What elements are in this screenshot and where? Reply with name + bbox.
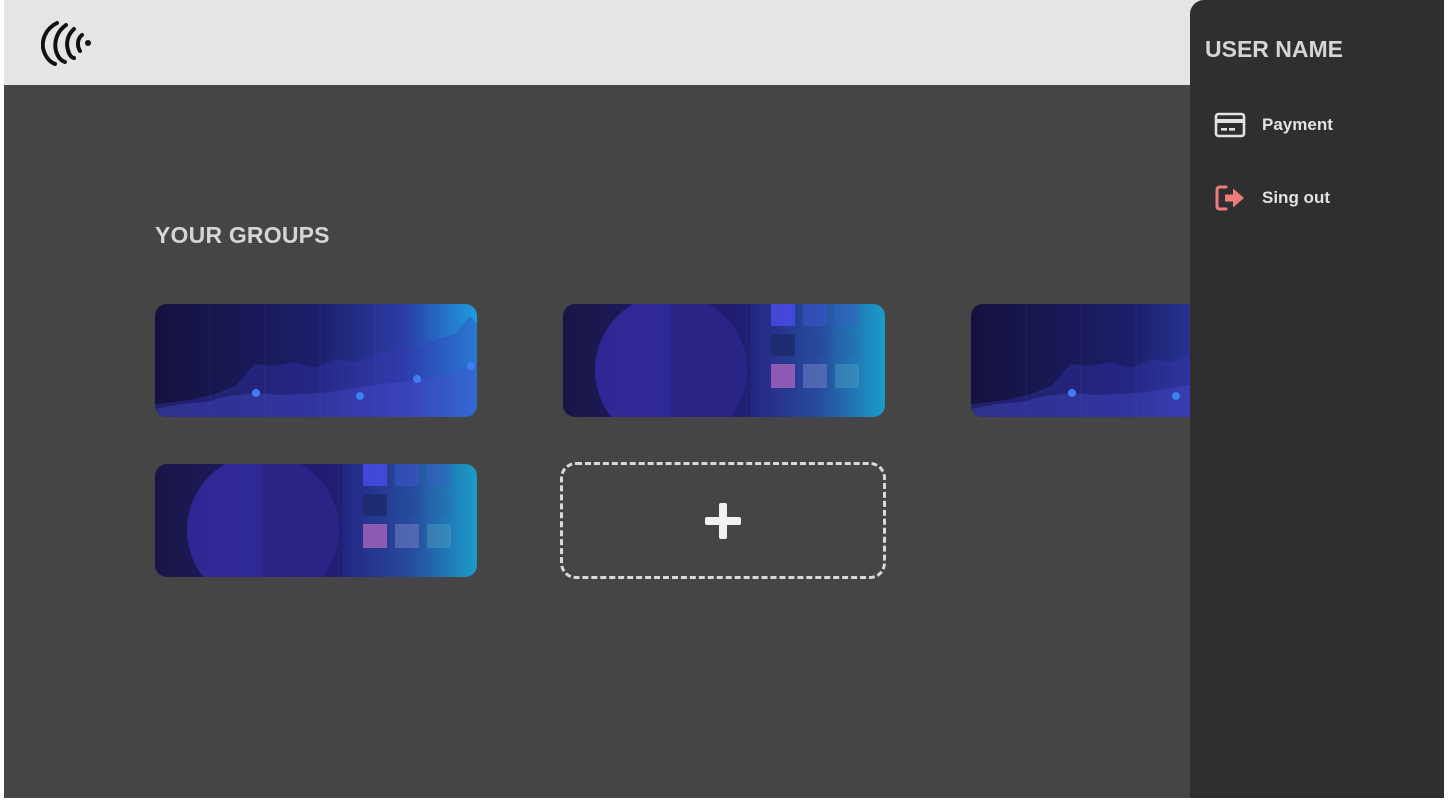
user-name: USER NAME <box>1205 36 1344 62</box>
payment-label: Payment <box>1262 115 1333 134</box>
group-card[interactable] <box>155 304 477 417</box>
pie-grid-thumbnail <box>563 304 885 417</box>
sign-out-label: Sing out <box>1262 188 1330 207</box>
sign-out-icon <box>1215 185 1244 211</box>
user-panel: USER NAME Payment Sing out <box>1190 0 1444 798</box>
group-card[interactable] <box>563 304 885 417</box>
add-group-button[interactable] <box>560 462 886 579</box>
line-chart-thumbnail <box>155 304 477 417</box>
logo-icon[interactable] <box>41 20 91 66</box>
credit-card-icon <box>1214 112 1246 138</box>
your-groups-heading: YOUR GROUPS <box>155 222 330 248</box>
plus-icon <box>705 503 741 539</box>
sign-out-menu-item[interactable]: Sing out <box>1214 180 1434 216</box>
app-frame: YOUR GROUPS USER NAME Payment Sing out <box>4 0 1444 798</box>
pie-grid-thumbnail <box>155 464 477 577</box>
payment-menu-item[interactable]: Payment <box>1214 107 1434 143</box>
group-card[interactable] <box>155 464 477 577</box>
